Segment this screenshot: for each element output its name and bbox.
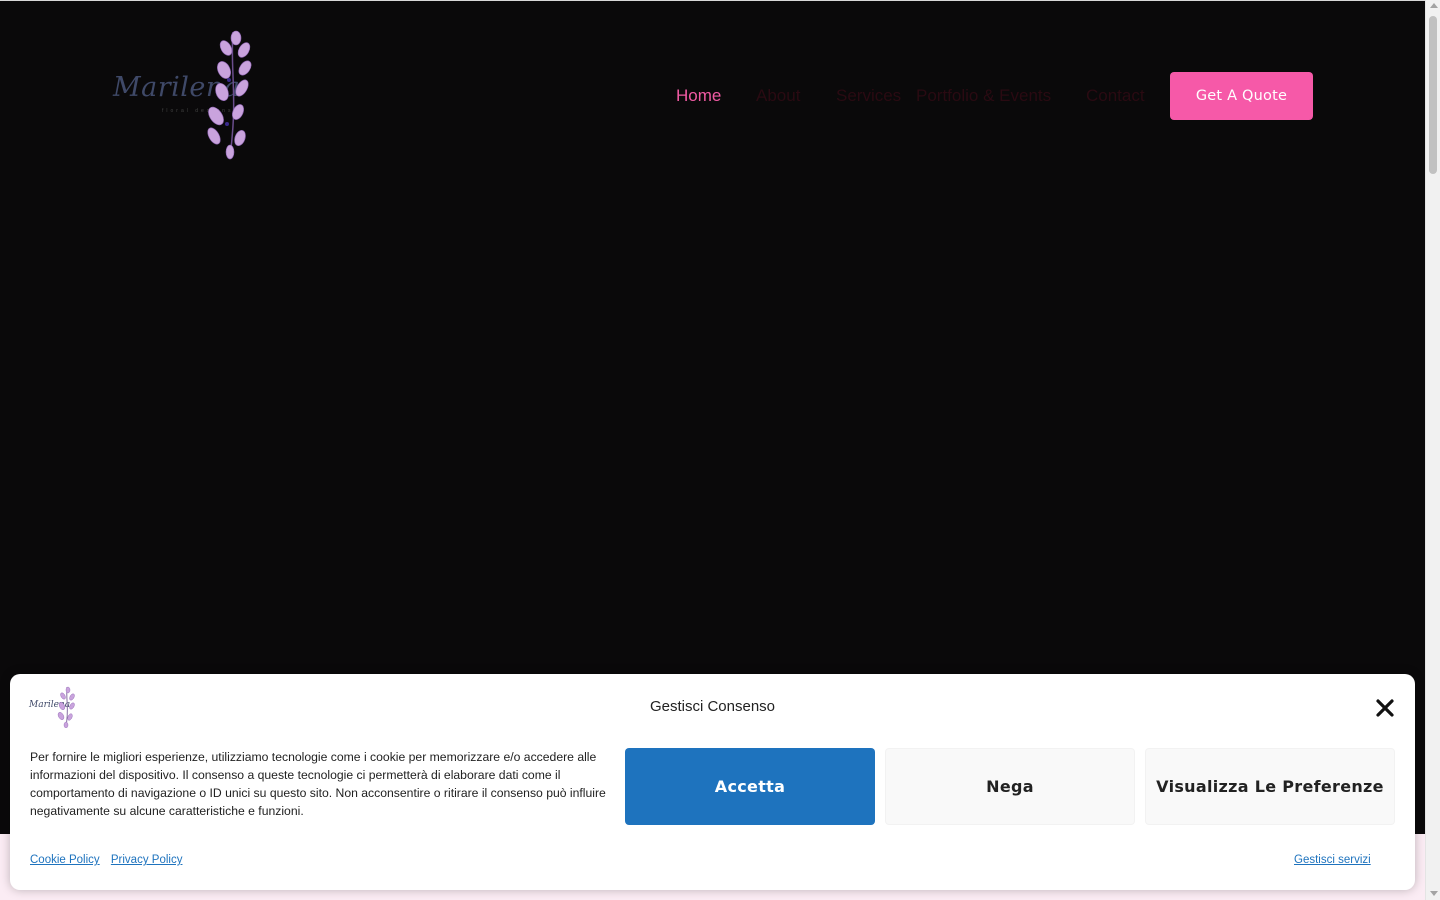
site-logo[interactable]: Marilena floral designs <box>110 28 270 163</box>
deny-button[interactable]: Nega <box>885 748 1135 825</box>
consent-message: Per fornire le migliori esperienze, util… <box>30 750 606 818</box>
view-preferences-button[interactable]: Visualizza Le Preferenze <box>1145 748 1395 825</box>
scroll-thumb[interactable] <box>1429 16 1437 174</box>
get-a-quote-button[interactable]: Get A Quote <box>1170 72 1313 120</box>
scrollbar[interactable] <box>1425 0 1440 900</box>
privacy-policy-link[interactable]: Privacy Policy <box>111 854 183 866</box>
nav-about[interactable]: About <box>756 86 800 106</box>
nav-services[interactable]: Services <box>836 86 901 106</box>
flower-icon <box>207 30 252 160</box>
site-header: Marilena floral designs Home About Servi… <box>0 0 1425 190</box>
consent-links: Cookie Policy Privacy Policy <box>30 854 190 866</box>
scroll-down-arrow-icon[interactable] <box>1430 891 1438 896</box>
manage-services-link[interactable]: Gestisci servizi <box>1294 854 1371 866</box>
cookie-policy-link[interactable]: Cookie Policy <box>30 854 100 866</box>
nav-home[interactable]: Home <box>676 86 721 106</box>
nav-portfolio-events[interactable]: Portfolio & Events <box>916 86 1051 106</box>
cookie-consent-banner: Marilena Gestisci Consenso Per fornire l… <box>10 674 1415 890</box>
nav-contact[interactable]: Contact <box>1086 86 1145 106</box>
accept-button[interactable]: Accetta <box>625 748 875 825</box>
consent-title: Gestisci Consenso <box>649 698 776 715</box>
close-icon[interactable] <box>1374 697 1396 719</box>
scroll-up-arrow-icon[interactable] <box>1430 3 1438 8</box>
